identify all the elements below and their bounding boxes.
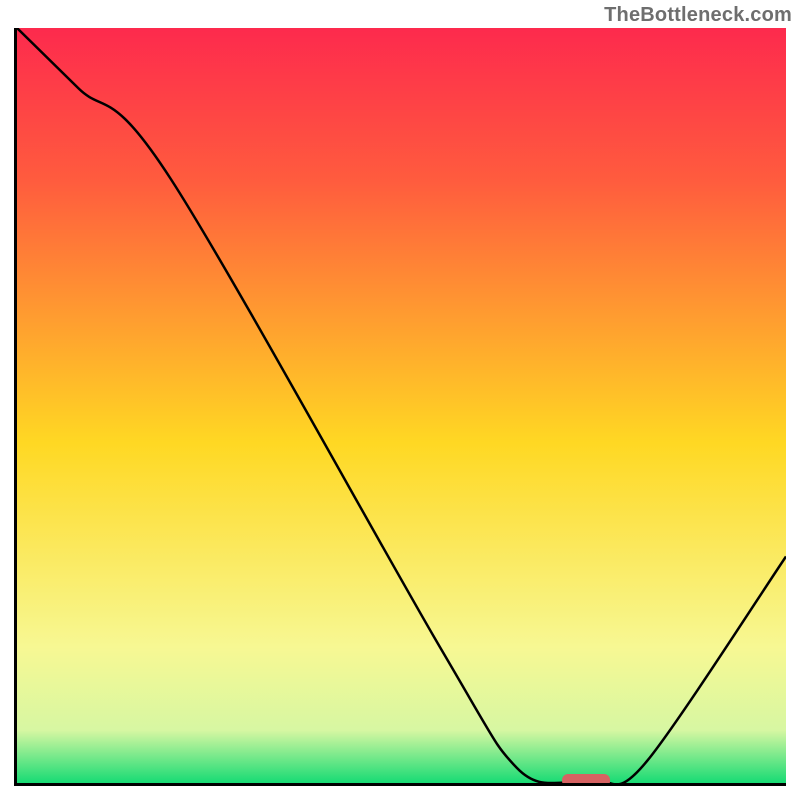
optimal-marker xyxy=(562,774,610,783)
chart-background xyxy=(17,28,786,783)
chart-plot-area xyxy=(14,28,786,786)
chart-svg xyxy=(17,28,786,783)
watermark-text: TheBottleneck.com xyxy=(604,4,792,27)
